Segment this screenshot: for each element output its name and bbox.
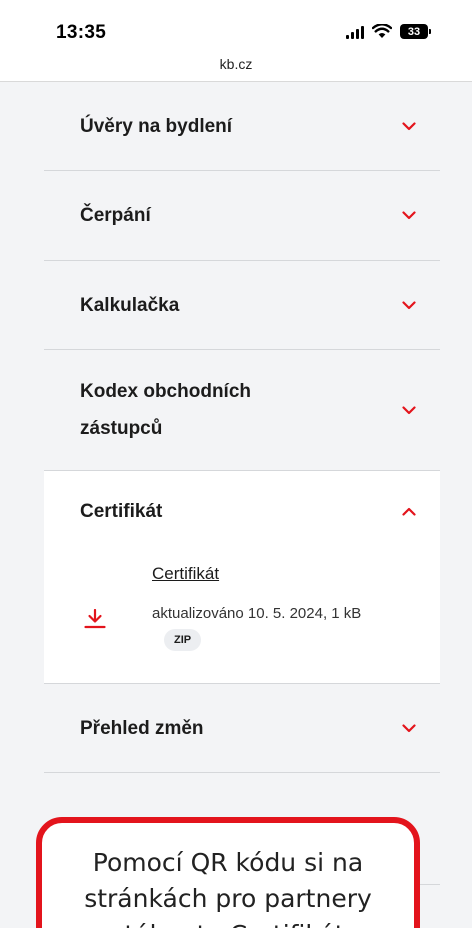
accordion-title-line2: zástupců xyxy=(80,418,163,439)
accordion-item-certifikat: Certifikát Certifikát aktualizováno 10. … xyxy=(44,471,440,684)
accordion-header-cerpani[interactable]: Čerpání xyxy=(44,171,440,260)
chevron-down-icon xyxy=(402,723,416,732)
accordion-title: Certifikát xyxy=(80,500,163,522)
download-icon[interactable] xyxy=(84,609,106,629)
accordion-title-line1: Kodex obchodních xyxy=(80,381,251,402)
wifi-icon xyxy=(372,24,392,38)
accordion-title: Přehled změn xyxy=(80,717,204,739)
accordion-item-prehled: Přehled změn xyxy=(44,684,440,773)
accordion-header-certifikat[interactable]: Certifikát xyxy=(44,471,440,551)
accordion-header-kalkulacka[interactable]: Kalkulačka xyxy=(44,261,440,349)
qr-callout: Pomocí QR kódu si na stránkách pro partn… xyxy=(36,817,420,928)
callout-line3: stáhnete Certifikát xyxy=(42,917,414,928)
accordion-title: Kalkulačka xyxy=(80,294,180,316)
accordion-header-prehled[interactable]: Přehled změn xyxy=(44,684,440,772)
battery-level: 33 xyxy=(407,25,421,38)
file-info: Certifikát aktualizováno 10. 5. 2024, 1 … xyxy=(152,563,384,653)
accordion-title: Čerpání xyxy=(80,205,151,226)
accordion-item-uvery: Úvěry na bydlení xyxy=(44,82,440,171)
status-icons: 33 xyxy=(346,24,431,39)
file-type-badge: ZIP xyxy=(164,629,202,652)
accordion-item-kalkulacka: Kalkulačka xyxy=(44,261,440,350)
status-bar: 13:35 33 kb.cz xyxy=(0,0,472,82)
chevron-up-icon xyxy=(402,507,416,516)
accordion-title: Kodex obchodních zástupců xyxy=(80,373,251,447)
accordion-header-kodex[interactable]: Kodex obchodních zástupců xyxy=(44,350,440,470)
signal-icon xyxy=(346,25,364,39)
battery-icon: 33 xyxy=(400,24,431,39)
file-meta-text: aktualizováno 10. 5. 2024, 1 kB xyxy=(152,605,362,622)
chevron-down-icon xyxy=(402,211,416,220)
callout-line1: Pomocí QR kódu si na xyxy=(92,848,364,877)
status-time: 13:35 xyxy=(56,22,107,43)
chevron-down-icon xyxy=(402,405,416,414)
accordion-item-cerpani: Čerpání xyxy=(44,171,440,261)
accordion: Úvěry na bydlení Čerpání Kalkulačka Kode… xyxy=(44,82,440,773)
file-item: Certifikát aktualizováno 10. 5. 2024, 1 … xyxy=(44,551,440,683)
file-link[interactable]: Certifikát xyxy=(152,563,219,585)
accordion-item-kodex: Kodex obchodních zástupců xyxy=(44,350,440,471)
chevron-down-icon xyxy=(402,300,416,309)
chevron-down-icon xyxy=(402,121,416,130)
accordion-title: Úvěry na bydlení xyxy=(80,115,233,137)
accordion-header-uvery[interactable]: Úvěry na bydlení xyxy=(44,82,440,170)
file-meta: aktualizováno 10. 5. 2024, 1 kB ZIP xyxy=(152,601,384,653)
callout-line2: stránkách pro partnery xyxy=(84,884,372,913)
browser-url[interactable]: kb.cz xyxy=(0,56,472,72)
